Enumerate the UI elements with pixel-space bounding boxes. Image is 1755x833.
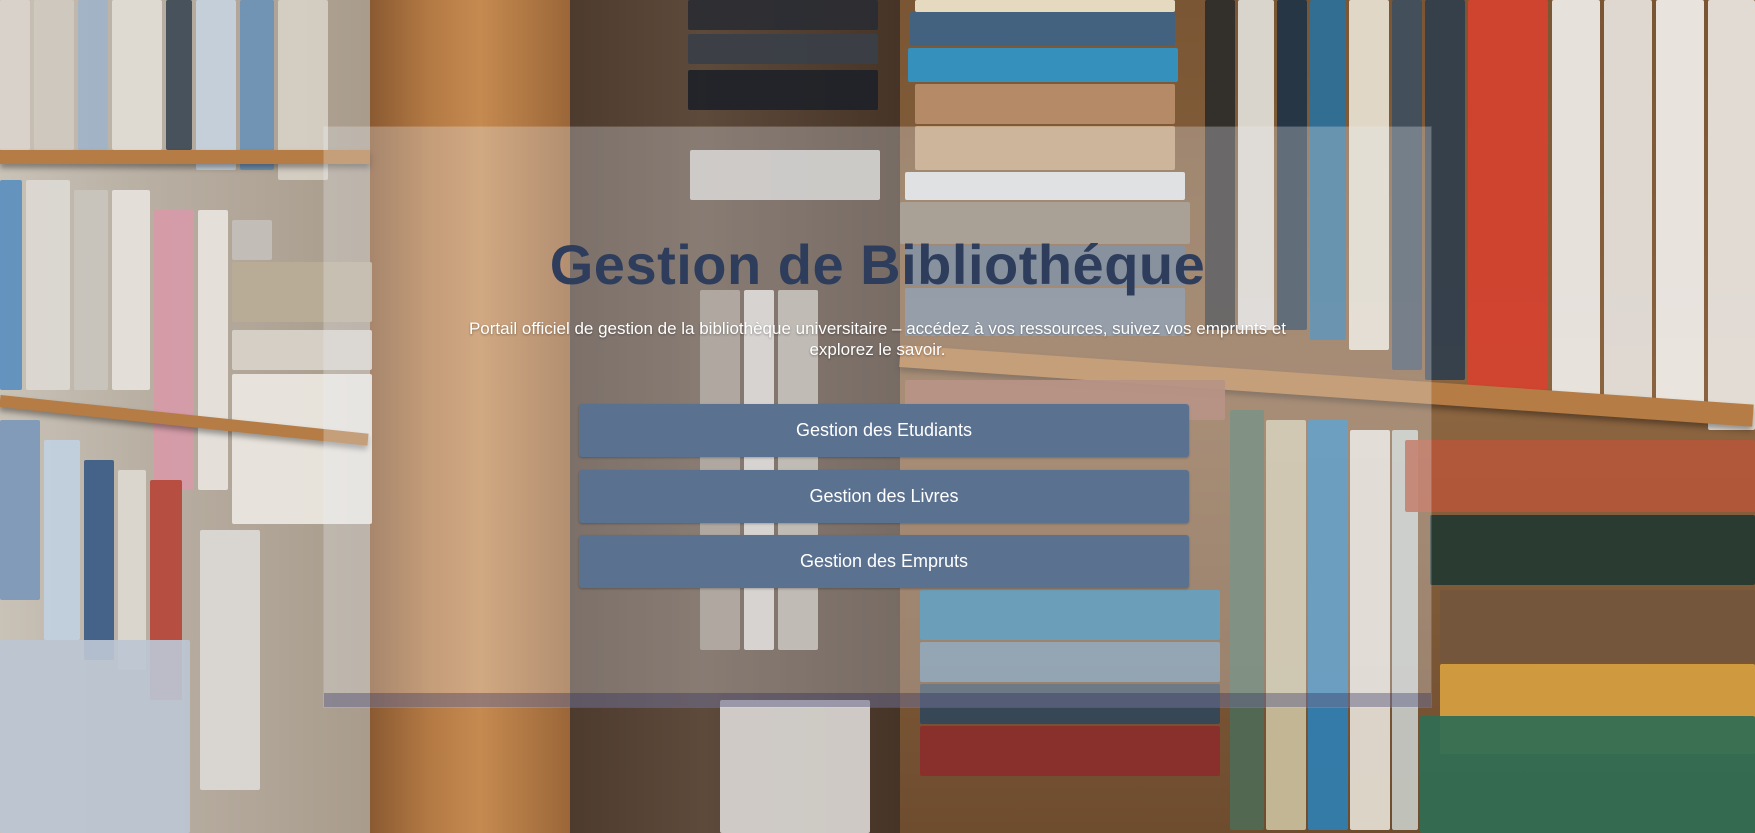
book-spine xyxy=(1708,0,1755,430)
book-spine xyxy=(1468,0,1548,390)
book-spine xyxy=(196,0,236,170)
book-spine xyxy=(200,530,260,790)
manage-loans-button[interactable]: Gestion des Empruts xyxy=(579,535,1189,588)
book-spine xyxy=(0,0,30,150)
book-spine xyxy=(1604,0,1652,410)
book-spine xyxy=(688,70,878,110)
book-spine xyxy=(910,12,1175,46)
book-spine xyxy=(1430,515,1755,585)
book-spine xyxy=(34,0,74,150)
book-spine xyxy=(166,0,192,150)
panel-bottom-shadow xyxy=(324,693,1431,707)
book-spine xyxy=(720,700,870,833)
book-spine xyxy=(0,420,40,600)
book-spine xyxy=(688,0,878,30)
book-spine xyxy=(240,0,274,170)
page-title: Gestion de Bibliothéque xyxy=(549,233,1206,296)
manage-books-button[interactable]: Gestion des Livres xyxy=(579,470,1189,523)
book-spine xyxy=(44,440,80,640)
page: Gestion de Bibliothéque Portail officiel… xyxy=(0,0,1755,833)
book-spine xyxy=(0,640,190,833)
manage-students-button[interactable]: Gestion des Etudiants xyxy=(579,404,1189,457)
shelf-plank xyxy=(0,150,370,164)
book-spine xyxy=(78,0,108,150)
book-spine xyxy=(1656,0,1704,420)
book-spine xyxy=(1425,0,1465,380)
book-spine xyxy=(915,0,1175,12)
book-spine xyxy=(915,84,1175,124)
book-spine xyxy=(1440,590,1755,662)
book-spine xyxy=(1552,0,1600,400)
book-spine xyxy=(688,34,878,64)
book-spine xyxy=(920,726,1220,776)
book-spine xyxy=(112,0,162,150)
book-spine xyxy=(1420,716,1755,833)
book-spine xyxy=(908,48,1178,82)
book-spine xyxy=(1405,440,1755,512)
page-subtitle: Portail officiel de gestion de la biblio… xyxy=(468,319,1287,359)
book-spine xyxy=(84,460,114,660)
